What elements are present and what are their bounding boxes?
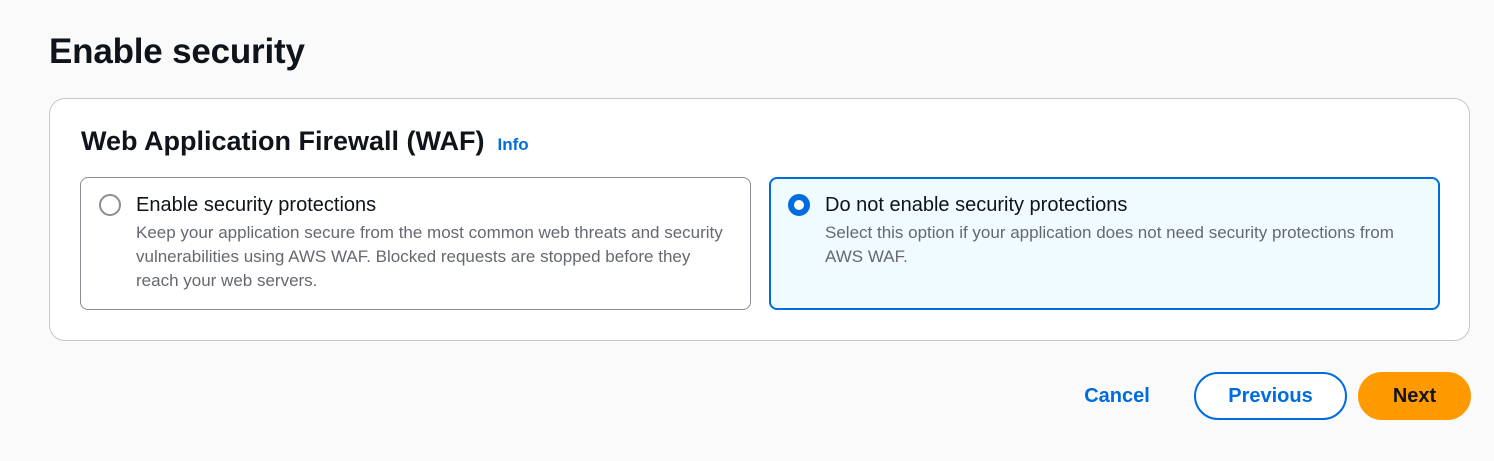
wizard-actions: Cancel Previous Next xyxy=(0,372,1494,420)
previous-button[interactable]: Previous xyxy=(1194,372,1347,420)
waf-container: Web Application Firewall (WAF) Info Enab… xyxy=(49,98,1470,341)
tile-enable-security-protections[interactable]: Enable security protections Keep your ap… xyxy=(80,177,751,310)
next-button[interactable]: Next xyxy=(1358,372,1471,420)
tile-label: Do not enable security protections xyxy=(825,194,1128,216)
tile-description: Select this option if your application d… xyxy=(825,223,1394,266)
page: Enable security Web Application Firewall… xyxy=(0,0,1494,461)
page-title: Enable security xyxy=(49,32,305,71)
tile-label: Enable security protections xyxy=(136,194,377,216)
tile-description: Keep your application secure from the mo… xyxy=(136,223,723,290)
waf-section-title: Web Application Firewall (WAF) xyxy=(81,126,485,156)
tile-do-not-enable-security-protections[interactable]: Do not enable security protections Selec… xyxy=(769,177,1440,310)
radio-enable-security-protections[interactable] xyxy=(99,194,121,216)
cancel-button[interactable]: Cancel xyxy=(1072,372,1162,420)
radio-do-not-enable-security-protections[interactable] xyxy=(788,194,810,216)
info-link[interactable]: Info xyxy=(498,135,529,155)
waf-section-header: Web Application Firewall (WAF) Info xyxy=(81,123,529,159)
